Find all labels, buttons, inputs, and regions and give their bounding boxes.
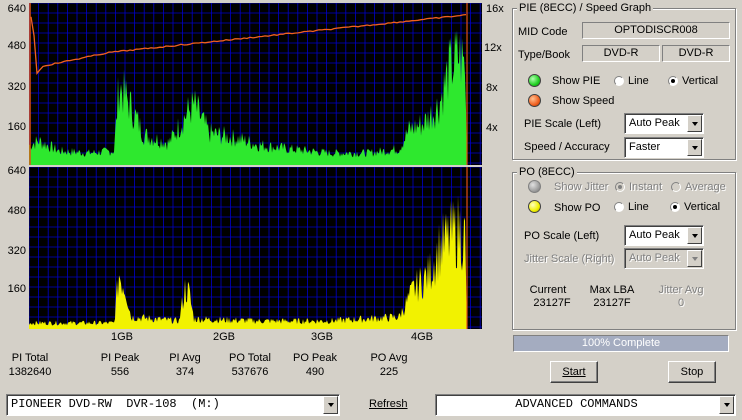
jitter-avg-label: Jitter Avg [658,284,704,296]
po-y-label-320: 320 [7,245,26,257]
po-peak-value: 490 [305,366,325,378]
start-button-label: Start [562,366,586,378]
speed-label-4x: 4x [486,122,498,134]
po-vertical-label[interactable]: Vertical [684,201,720,213]
stop-button[interactable]: Stop [668,361,716,383]
pie-speed-graph [29,3,482,165]
chevron-down-icon[interactable] [719,396,734,414]
pie-y-label-480: 480 [7,40,26,52]
po-line-label[interactable]: Line [628,201,649,213]
show-pie-label[interactable]: Show PIE [552,75,600,87]
drive-select-value: PIONEER DVD-RW DVR-108 (M:) [11,397,220,411]
progress-bar: 100% Complete [513,335,729,352]
pi-total-value: 1382640 [8,366,52,378]
refresh-label: Refresh [369,398,408,410]
pie-vertical-label[interactable]: Vertical [682,75,718,87]
pi-avg-label: PI Avg [169,352,201,364]
start-button[interactable]: Start [550,361,598,383]
po-graph [29,167,482,329]
chevron-down-icon[interactable] [687,227,702,244]
pie-line-radio[interactable] [614,76,624,86]
jitter-instant-label: Instant [629,181,663,193]
speed-accuracy-value: Faster [629,141,661,153]
pie-y-label-640: 640 [7,3,26,15]
po-y-label-160: 160 [7,283,26,295]
stop-button-label: Stop [680,366,704,378]
drive-select[interactable]: PIONEER DVD-RW DVR-108 (M:) [6,394,340,416]
mid-code-value: OPTODISCR008 [582,22,730,39]
pie-vertical-radio[interactable] [668,76,678,86]
chevron-down-icon [687,250,702,267]
po-scale-value: Auto Peak [629,229,680,241]
max-lba-value: 23127F [593,297,631,309]
po-color-icon[interactable] [528,200,541,213]
po-scale-select[interactable]: Auto Peak [624,225,704,246]
x-label-4gb: 4GB [410,331,433,343]
book-type-value: DVD-R [662,45,730,62]
po-scale-label: PO Scale (Left) [524,230,600,242]
speed-accuracy-label: Speed / Accuracy [524,141,610,153]
current-label: Current [529,284,567,296]
x-label-3gb: 3GB [310,331,333,343]
speed-label-16x: 16x [486,3,504,15]
type-book-label: Type/Book [518,49,570,61]
po-avg-value: 225 [379,366,399,378]
x-label-1gb: 1GB [110,331,133,343]
po-total-label: PO Total [229,352,271,364]
po-y-label-640: 640 [7,165,26,177]
po-line-radio[interactable] [614,202,624,212]
advanced-commands-select[interactable]: ADVANCED COMMANDS [435,394,736,416]
pi-peak-value: 556 [110,366,130,378]
jitter-scale-select: Auto Peak [624,248,704,269]
disc-type-value: DVD-R [582,45,660,62]
pie-scale-label: PIE Scale (Left) [524,118,602,130]
x-label-2gb: 2GB [212,331,235,343]
pie-y-label-320: 320 [7,81,26,93]
chevron-down-icon[interactable] [687,139,702,156]
pi-total-label: PI Total [11,352,49,364]
advanced-commands-value: ADVANCED COMMANDS [515,397,638,411]
jitter-instant-radio [615,182,625,192]
refresh-link[interactable]: Refresh [369,398,408,410]
po-group-title: PO (8ECC) [517,166,577,178]
pie-scale-select[interactable]: Auto Peak [624,113,704,134]
speed-accuracy-select[interactable]: Faster [624,137,704,158]
pie-y-label-160: 160 [7,121,26,133]
chevron-down-icon[interactable] [323,396,338,414]
pie-color-icon[interactable] [528,74,541,87]
show-speed-label[interactable]: Show Speed [552,95,614,107]
po-y-label-480: 480 [7,205,26,217]
pie-group-title: PIE (8ECC) / Speed Graph [517,2,654,14]
pie-scale-value: Auto Peak [629,117,680,129]
speed-label-12x: 12x [484,42,502,54]
mid-code-label: MID Code [518,26,568,38]
jitter-scale-label: Jitter Scale (Right) [524,253,615,265]
po-vertical-radio[interactable] [670,202,680,212]
po-total-value: 537676 [231,366,269,378]
chevron-down-icon[interactable] [687,115,702,132]
speed-label-8x: 8x [486,82,498,94]
jitter-average-label: Average [685,181,726,193]
po-avg-label: PO Avg [370,352,408,364]
pie-line-label[interactable]: Line [628,75,649,87]
po-peak-label: PO Peak [292,352,338,364]
progress-text: 100% Complete [581,337,661,349]
jitter-scale-value: Auto Peak [629,252,680,264]
jitter-avg-value: 0 [677,297,685,309]
pi-avg-value: 374 [175,366,195,378]
current-value: 23127F [533,297,571,309]
show-po-label[interactable]: Show PO [554,202,600,214]
speed-color-icon[interactable] [528,94,541,107]
max-lba-label: Max LBA [589,284,635,296]
pi-peak-label: PI Peak [100,352,140,364]
jitter-color-icon [528,180,541,193]
show-jitter-label: Show Jitter [554,181,609,193]
jitter-average-radio [671,182,681,192]
